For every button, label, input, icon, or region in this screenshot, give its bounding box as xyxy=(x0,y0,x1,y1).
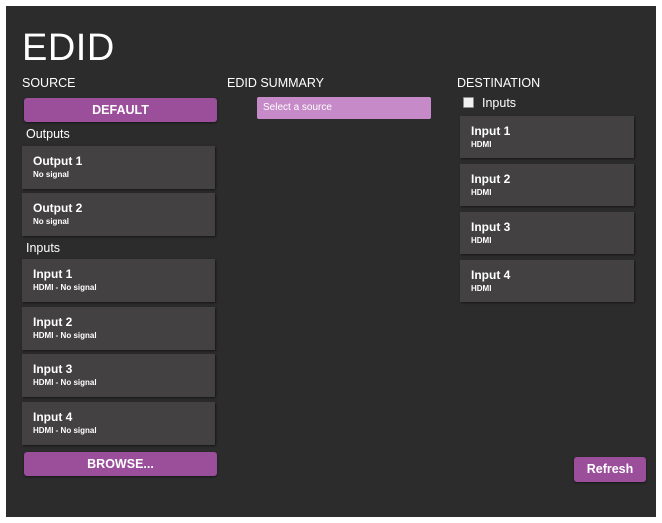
source-item-title: Input 4 xyxy=(33,410,73,424)
destination-item-input-2[interactable]: Input 2 HDMI xyxy=(460,164,634,206)
edid-panel: EDID SOURCE DEFAULT Outputs Output 1 No … xyxy=(6,6,656,517)
refresh-button[interactable]: Refresh xyxy=(574,457,646,482)
source-item-input-4[interactable]: Input 4 HDMI - No signal xyxy=(22,402,215,445)
source-item-output-2[interactable]: Output 2 No signal xyxy=(22,193,215,236)
source-item-input-2[interactable]: Input 2 HDMI - No signal xyxy=(22,307,215,350)
source-select-placeholder: Select a source xyxy=(263,102,332,113)
inputs-checkbox-label: Inputs xyxy=(482,96,517,110)
source-item-title: Input 3 xyxy=(33,362,73,376)
source-item-title: Output 2 xyxy=(33,201,83,215)
browse-button[interactable]: BROWSE... xyxy=(24,452,217,476)
destination-header: DESTINATION xyxy=(457,76,541,90)
destination-item-type: HDMI xyxy=(471,284,492,293)
destination-item-type: HDMI xyxy=(471,236,492,245)
inputs-label: Inputs xyxy=(26,241,61,255)
page-title: EDID xyxy=(22,27,115,69)
destination-item-title: Input 2 xyxy=(471,172,511,186)
source-item-title: Output 1 xyxy=(33,154,83,168)
inputs-checkbox[interactable] xyxy=(463,97,474,108)
outputs-label: Outputs xyxy=(26,127,70,141)
source-item-input-3[interactable]: Input 3 HDMI - No signal xyxy=(22,354,215,397)
destination-item-input-3[interactable]: Input 3 HDMI xyxy=(460,212,634,254)
destination-item-type: HDMI xyxy=(471,188,492,197)
source-select[interactable]: Select a source xyxy=(257,97,431,119)
destination-item-title: Input 1 xyxy=(471,124,511,138)
source-item-title: Input 1 xyxy=(33,267,73,281)
source-item-input-1[interactable]: Input 1 HDMI - No signal xyxy=(22,259,215,302)
source-header: SOURCE xyxy=(22,76,76,90)
source-item-status: HDMI - No signal xyxy=(33,426,97,435)
source-item-output-1[interactable]: Output 1 No signal xyxy=(22,146,215,189)
default-button[interactable]: DEFAULT xyxy=(24,98,217,122)
destination-item-type: HDMI xyxy=(471,140,492,149)
destination-item-title: Input 4 xyxy=(471,268,511,282)
destination-item-input-4[interactable]: Input 4 HDMI xyxy=(460,260,634,302)
source-item-status: HDMI - No signal xyxy=(33,283,97,292)
source-item-status: HDMI - No signal xyxy=(33,378,97,387)
destination-item-input-1[interactable]: Input 1 HDMI xyxy=(460,116,634,158)
source-item-title: Input 2 xyxy=(33,315,73,329)
source-item-status: No signal xyxy=(33,170,70,179)
source-item-status: HDMI - No signal xyxy=(33,331,97,340)
edid-summary-header: EDID SUMMARY xyxy=(227,76,325,90)
destination-item-title: Input 3 xyxy=(471,220,511,234)
source-item-status: No signal xyxy=(33,217,70,226)
